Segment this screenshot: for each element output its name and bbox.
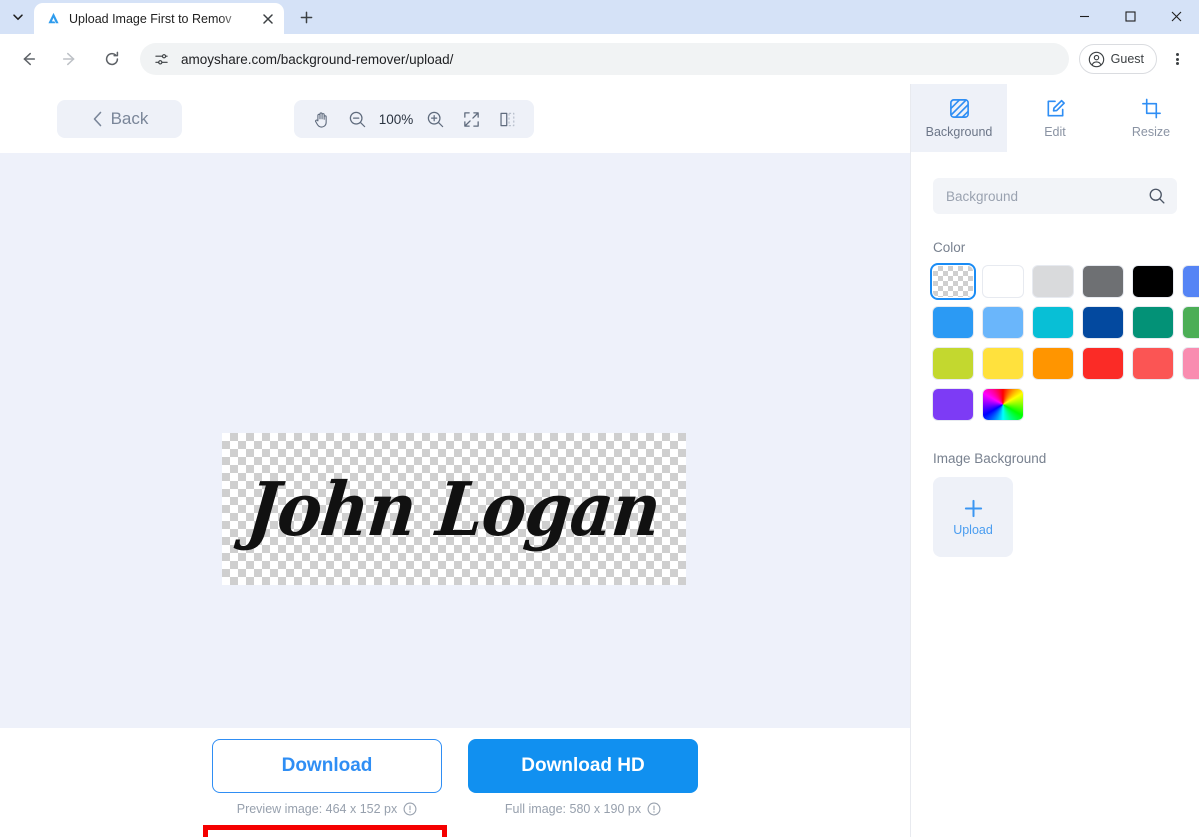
swatch-navy-blue[interactable] <box>1083 307 1123 338</box>
swatch-light-blue[interactable] <box>983 307 1023 338</box>
address-bar[interactable]: amoyshare.com/background-remover/upload/ <box>140 43 1069 75</box>
hatched-square-icon <box>948 97 971 120</box>
swatch-white[interactable] <box>983 266 1023 297</box>
profile-button[interactable]: Guest <box>1078 44 1157 74</box>
color-section-label: Color <box>933 240 966 255</box>
swatch-yellow-green[interactable] <box>933 348 973 379</box>
browser-toolbar: amoyshare.com/background-remover/upload/… <box>0 34 1199 84</box>
app-container: Back 100% John Logan Download Preview im… <box>0 84 1199 837</box>
swatch-yellow[interactable] <box>983 348 1023 379</box>
maximize-icon[interactable] <box>1107 0 1153 32</box>
tab-search-chevron-down-icon[interactable] <box>4 3 32 31</box>
editor-toolbar: Back 100% <box>0 84 910 153</box>
fit-screen-icon[interactable] <box>456 104 486 134</box>
swatch-gray[interactable] <box>1083 266 1123 297</box>
preview-size-label: Preview image: 464 x 152 px <box>236 802 398 816</box>
back-navigation-icon[interactable] <box>12 43 44 75</box>
window-controls <box>1061 0 1199 34</box>
editor-area: Back 100% John Logan Download Preview im… <box>0 84 910 837</box>
swatch-color-wheel[interactable] <box>983 389 1023 420</box>
swatch-light-gray[interactable] <box>1033 266 1073 297</box>
download-hd-button[interactable]: Download HD <box>468 739 698 793</box>
download-hd-note: Full image: 580 x 190 px <box>505 802 661 816</box>
amoyshare-logo-icon <box>45 11 61 27</box>
swatch-black[interactable] <box>1133 266 1173 297</box>
browser-menu-icon[interactable] <box>1163 45 1191 73</box>
tab-resize-label: Resize <box>1131 125 1171 139</box>
download-button[interactable]: Download <box>212 739 442 793</box>
zoom-level-label: 100% <box>378 111 414 127</box>
swatch-orange[interactable] <box>1033 348 1073 379</box>
profile-label: Guest <box>1110 52 1144 66</box>
back-button-label: Back <box>110 108 149 128</box>
browser-window: Upload Image First to Remov amoyshare.co… <box>0 0 1199 837</box>
tab-background-label: Background <box>925 125 993 139</box>
panel-tab-bar: Background Edit Resize <box>911 84 1199 152</box>
full-size-label: Full image: 580 x 190 px <box>504 802 642 816</box>
image-background-label: Image Background <box>933 451 1047 466</box>
download-note: Preview image: 464 x 152 px <box>237 802 418 816</box>
artboard-transparent-image[interactable]: John Logan <box>222 433 686 585</box>
download-footer: Download Preview image: 464 x 152 px Dow… <box>0 728 910 837</box>
right-panel: Background Edit Resize Background Color … <box>910 84 1199 837</box>
reload-icon[interactable] <box>96 43 128 75</box>
crop-icon <box>1140 97 1163 120</box>
signature-artwork-text: John Logan <box>243 465 665 553</box>
tune-sliders-icon[interactable] <box>150 48 172 70</box>
download-hd-group: Download HD Full image: 580 x 190 px <box>468 739 698 837</box>
tab-edit[interactable]: Edit <box>1007 84 1103 152</box>
background-search-input[interactable] <box>946 188 1148 204</box>
background-search-box[interactable] <box>933 178 1177 214</box>
panel-content: Color <box>911 152 1199 557</box>
account-circle-icon <box>1088 51 1105 68</box>
tab-close-icon[interactable] <box>258 9 278 29</box>
tab-strip: Upload Image First to Remov <box>0 0 1199 34</box>
search-icon[interactable] <box>1148 187 1166 205</box>
back-button[interactable]: Back <box>57 99 182 138</box>
zoom-toolbar: 100% <box>294 100 534 138</box>
plus-icon <box>963 498 984 519</box>
browser-tab[interactable]: Upload Image First to Remov <box>34 3 284 34</box>
zoom-in-icon[interactable] <box>420 104 450 134</box>
tab-edit-label: Edit <box>1044 125 1066 139</box>
image-canvas[interactable]: John Logan <box>0 153 910 728</box>
swatch-cornflower-blue[interactable] <box>1183 266 1199 297</box>
tab-resize[interactable]: Resize <box>1103 84 1199 152</box>
info-circle-icon[interactable] <box>647 802 661 816</box>
zoom-out-icon[interactable] <box>342 104 372 134</box>
swatch-transparent[interactable] <box>930 263 976 300</box>
upload-background-button[interactable]: Upload <box>933 477 1013 557</box>
address-bar-url: amoyshare.com/background-remover/upload/ <box>181 51 454 67</box>
minimize-icon[interactable] <box>1061 0 1107 32</box>
swatch-coral-red[interactable] <box>1133 348 1173 379</box>
window-close-icon[interactable] <box>1153 0 1199 32</box>
swatch-red[interactable] <box>1083 348 1123 379</box>
chevron-left-icon <box>91 110 104 128</box>
new-tab-button[interactable] <box>292 3 320 31</box>
tab-background[interactable]: Background <box>911 84 1007 152</box>
pencil-square-icon <box>1044 97 1067 120</box>
upload-label: Upload <box>953 522 993 537</box>
swatch-bright-blue[interactable] <box>933 307 973 338</box>
split-compare-icon[interactable] <box>492 104 522 134</box>
swatch-pink[interactable] <box>1183 348 1199 379</box>
swatch-green[interactable] <box>1183 307 1199 338</box>
tab-title: Upload Image First to Remov <box>69 11 232 26</box>
swatch-cyan[interactable] <box>1033 307 1073 338</box>
hand-pan-icon[interactable] <box>306 104 336 134</box>
color-swatch-grid <box>930 263 1199 420</box>
swatch-teal-green[interactable] <box>1133 307 1173 338</box>
forward-navigation-icon[interactable] <box>54 43 86 75</box>
info-circle-icon[interactable] <box>403 802 417 816</box>
download-group: Download Preview image: 464 x 152 px <box>212 739 442 837</box>
swatch-purple[interactable] <box>933 389 973 420</box>
